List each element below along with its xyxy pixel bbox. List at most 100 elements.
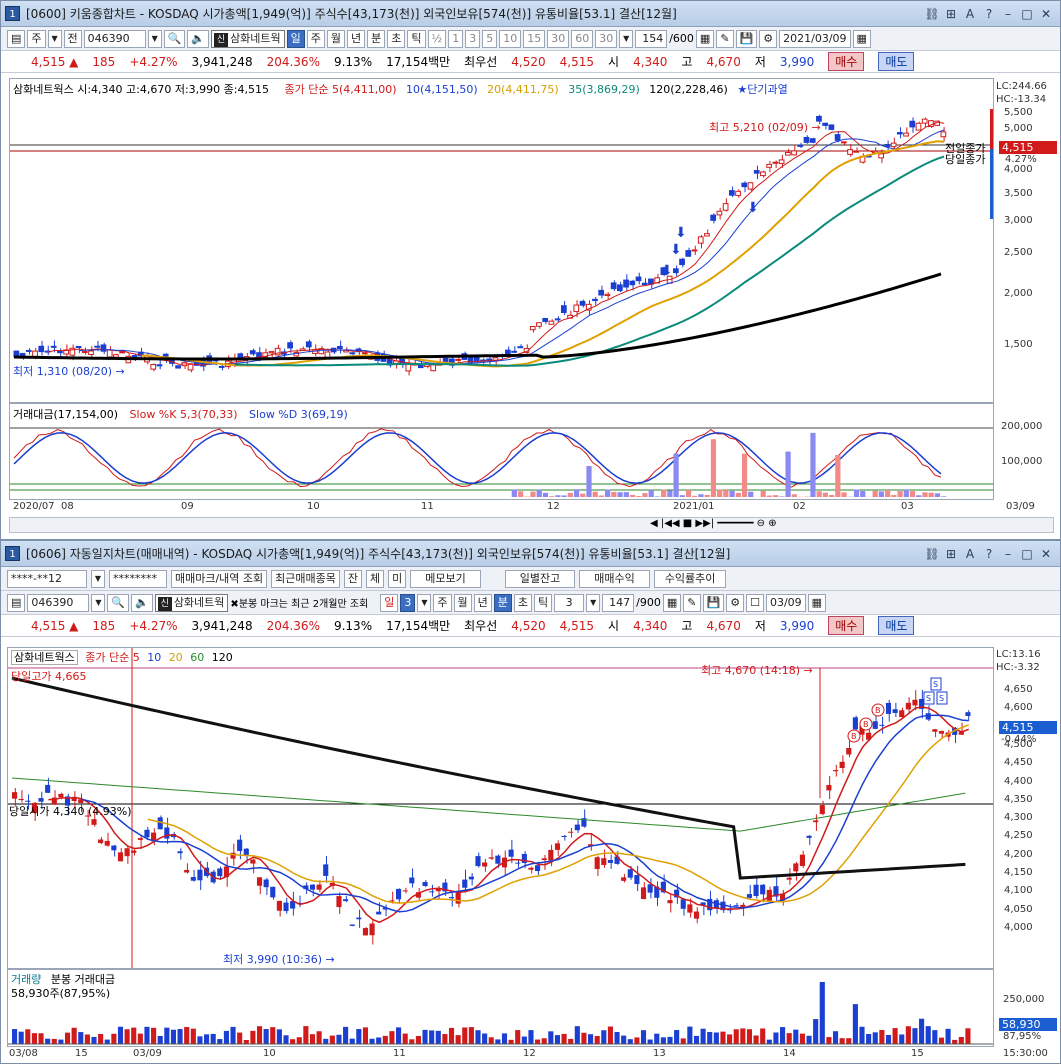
chevron-down-icon[interactable]: ▼	[147, 29, 162, 48]
save-icon[interactable]: 💾	[702, 593, 725, 612]
trade-profit-button[interactable]: 매매수익	[579, 569, 650, 588]
interval-3[interactable]: 3	[465, 29, 481, 48]
minute-chart-canvas[interactable]: BBBS SS	[8, 648, 993, 968]
tab-tick[interactable]: 틱	[534, 593, 553, 612]
chevron-down-icon[interactable]: ▼	[47, 29, 62, 48]
date-checkbox[interactable]: ☐	[746, 593, 764, 612]
interval-select[interactable]: 30	[595, 29, 618, 48]
link-icon[interactable]: ⛓	[924, 546, 940, 562]
volume-canvas[interactable]	[8, 970, 993, 1046]
interval-5[interactable]: 5	[482, 29, 498, 48]
amount-bar	[941, 496, 947, 497]
recent-trades-button[interactable]: 최근매매종목	[271, 569, 340, 588]
balance-tab[interactable]: 잔	[343, 569, 363, 588]
account-input[interactable]: ****-**12	[7, 569, 87, 588]
search-icon[interactable]: 🔍	[107, 593, 130, 612]
menu-icon[interactable]: ▤	[7, 593, 26, 612]
minute-interval-select[interactable]: 3	[554, 593, 585, 612]
period-select[interactable]: 주	[27, 29, 46, 48]
tab-month[interactable]: 월	[326, 29, 346, 48]
chevron-down-icon[interactable]: ▼	[619, 29, 634, 48]
date-input[interactable]: 03/09	[765, 593, 806, 612]
tab-week[interactable]: 주	[306, 29, 325, 48]
interval-1[interactable]: 1	[448, 29, 464, 48]
day-count-select[interactable]: 3	[400, 593, 416, 612]
tab-minute[interactable]: 분	[367, 29, 386, 48]
tab-second[interactable]: 초	[513, 593, 533, 612]
tab-month[interactable]: 월	[453, 593, 472, 612]
sell-button[interactable]: 매도	[878, 52, 915, 71]
tab-day[interactable]: 일	[286, 29, 305, 48]
chevron-down-icon[interactable]: ▼	[91, 569, 105, 588]
minimize-icon[interactable]: –	[1000, 6, 1016, 22]
pin-icon[interactable]: ⊞	[943, 6, 959, 22]
unexecuted-tab[interactable]: 미	[388, 569, 407, 588]
font-size-icon[interactable]: A	[962, 6, 978, 22]
interval-60[interactable]: 60	[571, 29, 594, 48]
password-input[interactable]: ********	[109, 569, 167, 588]
price-chart-panel[interactable]: ⬇ ⬇ ⬇ ⬇	[9, 78, 994, 403]
grid-icon[interactable]: ▦	[695, 29, 715, 48]
price-chart-canvas[interactable]: ⬇⬇⬇⬇	[10, 79, 993, 402]
chart-scrollbar[interactable]: ◀ |◀◀ ■ ▶▶| ━━━━━━ ⊖ ⊕	[9, 517, 1054, 533]
calendar-icon[interactable]: ▦	[852, 29, 871, 48]
date-input[interactable]: 2021/03/09	[779, 29, 851, 48]
stock-code-input[interactable]: 046390	[83, 29, 146, 48]
tool-icon[interactable]: ✎	[683, 593, 701, 612]
tab-minute[interactable]: 분	[493, 593, 512, 612]
executed-tab[interactable]: 체	[366, 569, 385, 588]
tab-tick[interactable]: 틱	[407, 29, 426, 48]
link-icon[interactable]: ⛓	[924, 6, 940, 22]
save-icon[interactable]: 💾	[735, 29, 758, 48]
tab-week[interactable]: 주	[433, 593, 452, 612]
x-tick-label: 14	[783, 1048, 796, 1059]
chevron-down-icon[interactable]: ▼	[417, 593, 432, 612]
ma5-value: 5(4,411,00)	[331, 83, 397, 96]
buy-button[interactable]: 매수	[828, 52, 865, 71]
bar-count-input[interactable]: 154	[635, 29, 668, 48]
minute-chart-panel[interactable]: BBBSSS	[7, 647, 994, 969]
tab-day[interactable]: 일	[380, 593, 399, 612]
window-titlebar[interactable]: 1 [0606] 자동일지차트(매매내역) - KOSDAQ 시가총액[1,94…	[1, 541, 1060, 567]
speaker-icon[interactable]: 🔈	[131, 593, 153, 612]
volume-panel[interactable]	[7, 969, 994, 1047]
interval-10[interactable]: 10	[499, 29, 522, 48]
memo-button[interactable]: 메모보기	[410, 569, 481, 588]
interval-half[interactable]: ½	[427, 29, 447, 48]
pin-icon[interactable]: ⊞	[943, 546, 959, 562]
chevron-down-icon[interactable]: ▼	[91, 593, 106, 612]
menu-icon[interactable]: ▤	[7, 29, 26, 48]
gear-icon[interactable]: ⚙	[726, 593, 745, 612]
search-icon[interactable]: 🔍	[163, 29, 186, 48]
prev-button[interactable]: 전	[63, 29, 82, 48]
speaker-icon[interactable]: 🔈	[187, 29, 210, 48]
interval-15[interactable]: 15	[523, 29, 546, 48]
help-icon[interactable]: ?	[981, 6, 997, 22]
font-size-icon[interactable]: A	[962, 546, 978, 562]
tab-year[interactable]: 년	[473, 593, 492, 612]
window-titlebar[interactable]: 1 [0600] 키움종합차트 - KOSDAQ 시가총액[1,949(억)] …	[1, 1, 1060, 27]
bar-count-input[interactable]: 147	[602, 593, 635, 612]
trade-mark-query-button[interactable]: 매매마크/내역 조회	[171, 569, 268, 588]
maximize-icon[interactable]: □	[1019, 6, 1035, 22]
return-trend-button[interactable]: 수익률추이	[653, 569, 727, 588]
daily-balance-button[interactable]: 일별잔고	[504, 569, 576, 588]
buy-button[interactable]: 매수	[828, 616, 865, 635]
tool-icon[interactable]: ✎	[716, 29, 734, 48]
close-icon[interactable]: ✕	[1038, 546, 1054, 562]
minimize-icon[interactable]: –	[1000, 546, 1016, 562]
interval-30[interactable]: 30	[547, 29, 570, 48]
help-icon[interactable]: ?	[981, 546, 997, 562]
tab-second[interactable]: 초	[387, 29, 406, 48]
calendar-icon[interactable]: ▦	[807, 593, 827, 612]
sell-button[interactable]: 매도	[878, 616, 915, 635]
close-icon[interactable]: ✕	[1038, 6, 1054, 22]
stock-code-input[interactable]: 046390	[27, 593, 90, 612]
chevron-down-icon[interactable]: ▼	[586, 593, 601, 612]
grid-icon[interactable]: ▦	[662, 593, 682, 612]
scroll-controls[interactable]: ◀ |◀◀ ■ ▶▶| ━━━━━━ ⊖ ⊕	[650, 518, 777, 529]
candle	[283, 902, 289, 912]
maximize-icon[interactable]: □	[1019, 546, 1035, 562]
tab-year[interactable]: 년	[347, 29, 366, 48]
gear-icon[interactable]: ⚙	[759, 29, 778, 48]
